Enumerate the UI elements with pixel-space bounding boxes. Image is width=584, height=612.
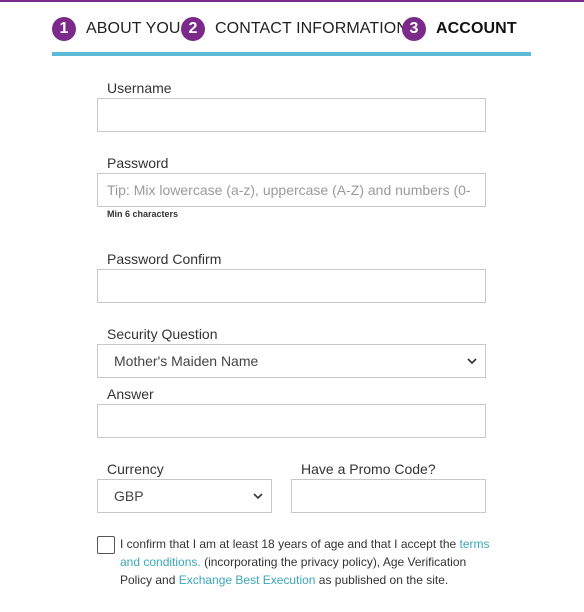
step-about-you[interactable]: 1 ABOUT YOU [52,16,181,42]
step-account[interactable]: 3 ACCOUNT [402,16,517,42]
promo-code-input[interactable] [291,479,486,513]
password-hint: Min 6 characters [107,209,179,219]
chevron-down-icon [467,358,477,365]
security-question-select[interactable]: Mother's Maiden Name [97,344,486,378]
password-label: Password [107,155,169,171]
security-question-value: Mother's Maiden Name [114,353,259,369]
step-label: CONTACT INFORMATION [215,20,409,37]
security-question-label: Security Question [107,326,218,342]
password-confirm-input[interactable] [97,269,486,303]
terms-consent-text: I confirm that I am at least 18 years of… [120,535,495,589]
best-execution-link[interactable]: Exchange Best Execution [179,573,316,587]
step-label-active: ACCOUNT [436,20,517,37]
step-number-badge: 2 [181,17,205,41]
username-label: Username [107,80,172,96]
currency-select[interactable]: GBP [97,479,272,513]
chevron-down-icon [253,493,263,500]
answer-input[interactable] [97,404,486,438]
promo-code-label: Have a Promo Code? [301,461,436,477]
answer-label: Answer [107,386,154,402]
step-progress-bar [52,52,531,56]
step-number-badge: 3 [402,17,426,41]
consent-text-part: as published on the site. [315,573,449,587]
step-contact-information[interactable]: 2 CONTACT INFORMATION [181,16,408,42]
password-confirm-label: Password Confirm [107,251,222,267]
registration-steps: 1 ABOUT YOU 2 CONTACT INFORMATION 3 ACCO… [52,16,531,42]
username-input[interactable] [97,98,486,132]
registration-page: 1 ABOUT YOU 2 CONTACT INFORMATION 3 ACCO… [0,0,584,612]
currency-label: Currency [107,461,164,477]
terms-checkbox[interactable] [97,536,115,554]
consent-text-part: I confirm that I am at least 18 years of… [120,537,460,551]
step-number-badge: 1 [52,17,76,41]
password-input[interactable] [97,173,486,207]
currency-value: GBP [114,488,144,504]
step-label: ABOUT YOU [86,20,181,37]
